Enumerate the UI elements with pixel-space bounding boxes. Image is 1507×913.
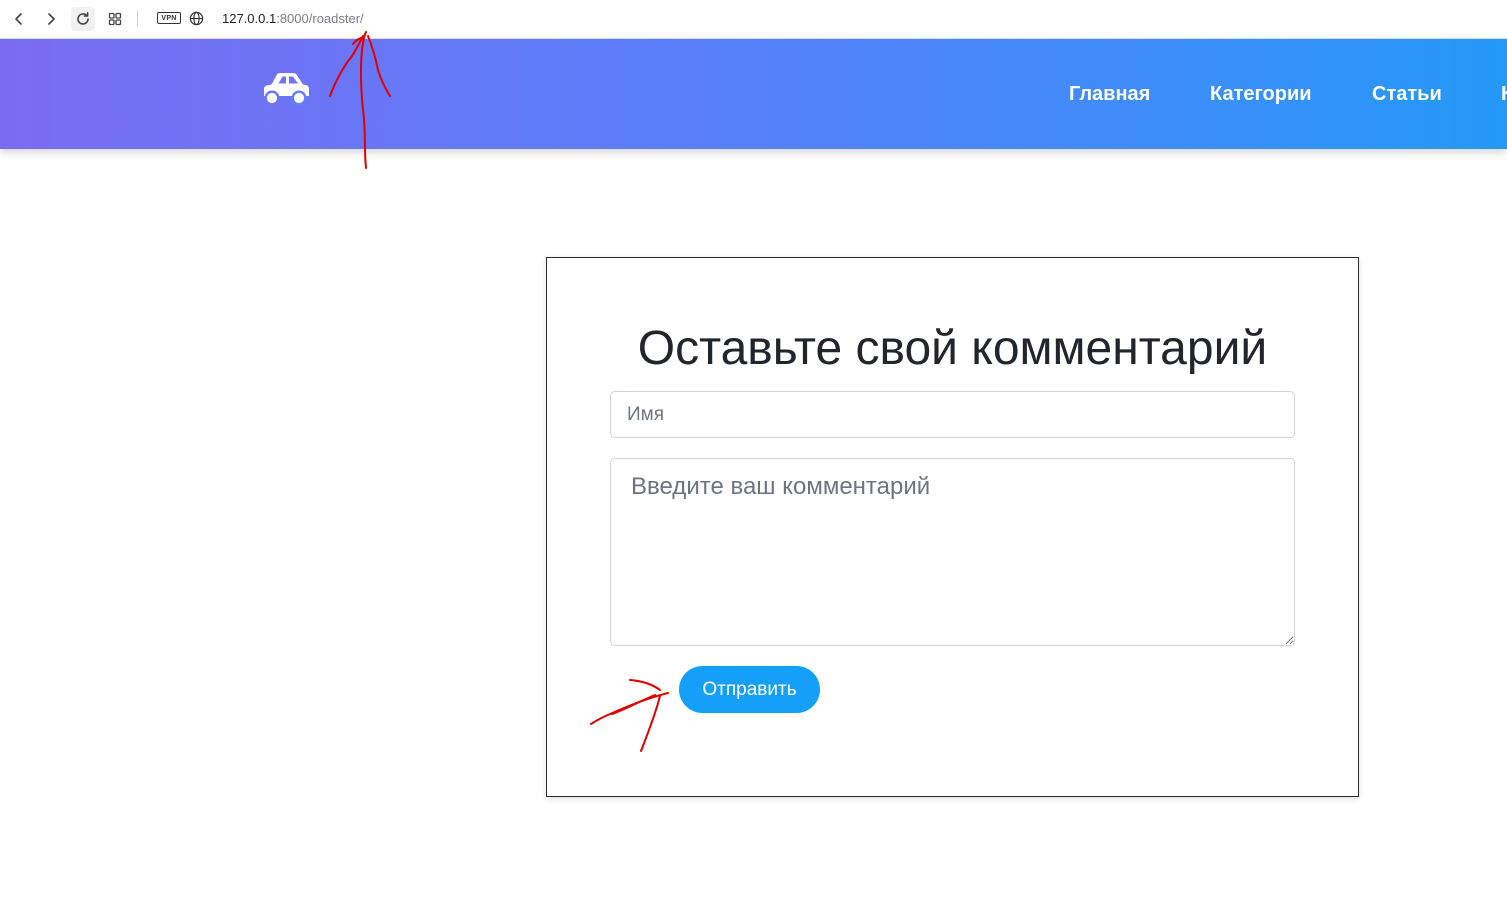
nav-categories[interactable]: Категории xyxy=(1210,82,1312,106)
comment-form-title: Оставьте свой комментарий xyxy=(637,322,1268,375)
globe-icon[interactable] xyxy=(189,11,204,26)
car-icon[interactable] xyxy=(257,69,311,109)
nav-item-cut-off[interactable]: К xyxy=(1501,82,1507,106)
back-arrow-icon[interactable] xyxy=(7,7,31,31)
forward-arrow-icon[interactable] xyxy=(39,7,63,31)
address-bar[interactable]: 127.0.0.1:8000/roadster/ xyxy=(222,11,364,27)
url-path: :8000/roadster/ xyxy=(276,11,364,26)
toolbar-separator xyxy=(137,11,138,27)
nav-articles[interactable]: Статьи xyxy=(1372,82,1442,106)
tabs-grid-icon[interactable] xyxy=(103,7,127,31)
name-input[interactable] xyxy=(610,391,1295,438)
site-header: Главная Категории Статьи К xyxy=(0,39,1507,149)
browser-toolbar: VPN 127.0.0.1:8000/roadster/ xyxy=(0,0,1507,39)
vpn-icon[interactable]: VPN xyxy=(157,12,181,24)
reload-icon[interactable] xyxy=(71,7,95,31)
nav-home[interactable]: Главная xyxy=(1069,82,1150,106)
submit-button[interactable]: Отправить xyxy=(679,666,820,713)
comment-form-card: Оставьте свой комментарий Отправить xyxy=(546,257,1359,797)
comment-textarea[interactable] xyxy=(610,458,1295,646)
url-host: 127.0.0.1 xyxy=(222,11,277,26)
